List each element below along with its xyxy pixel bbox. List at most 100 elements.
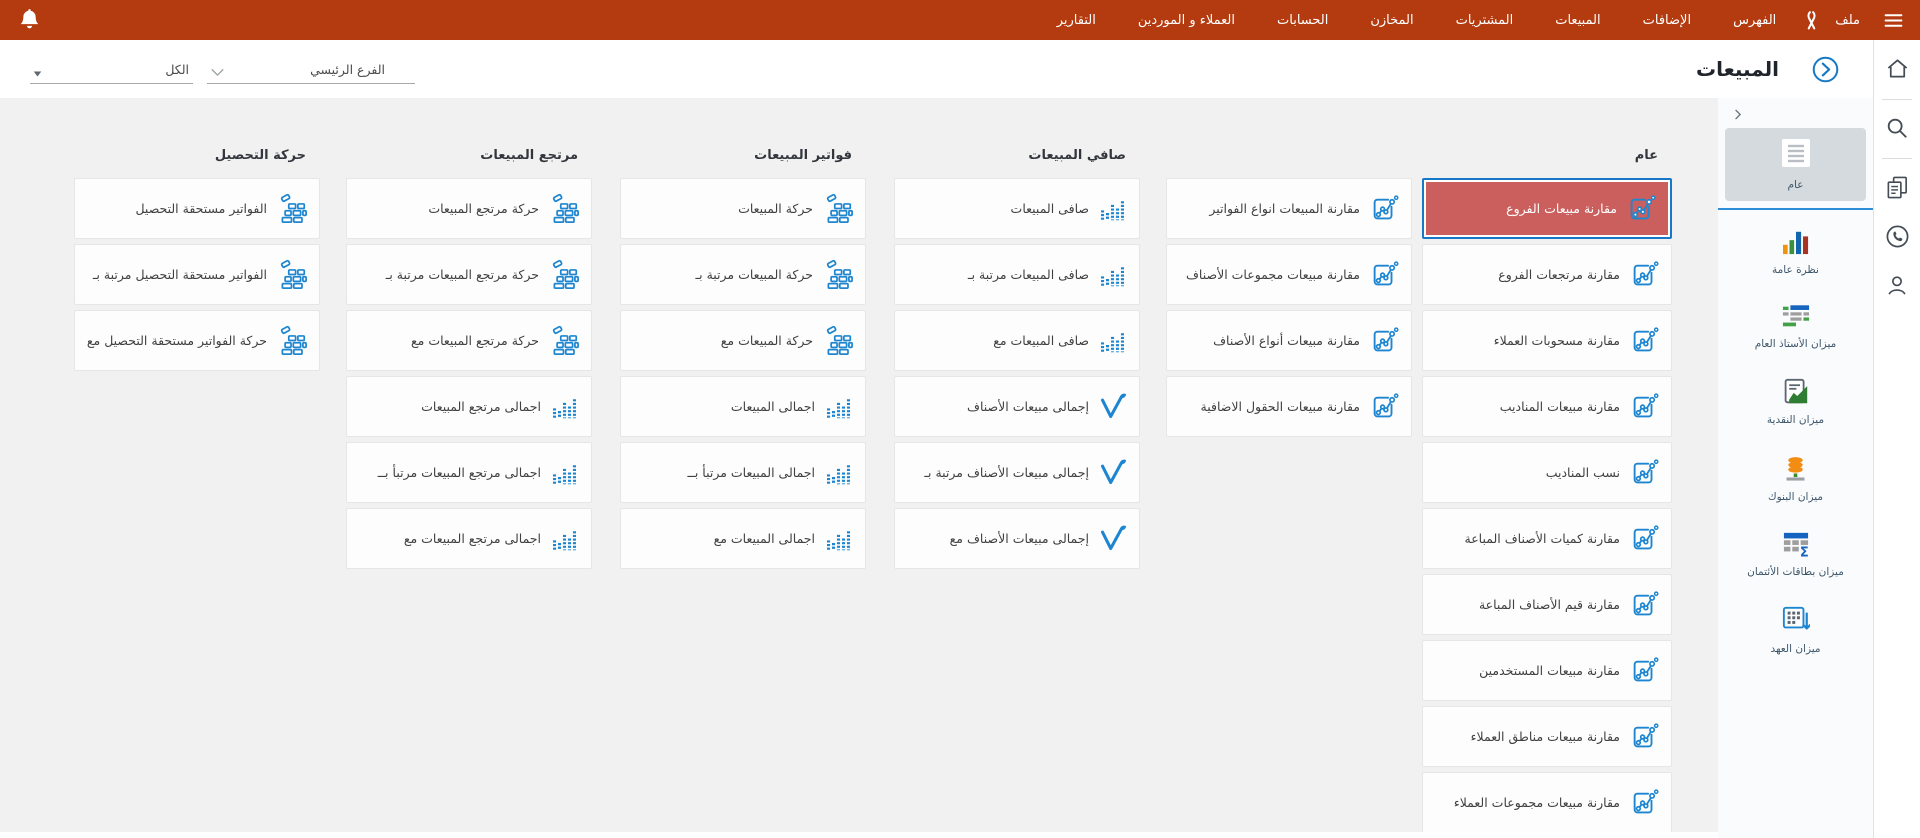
report-tile[interactable]: مقارنة مبيعات المناديب	[1422, 376, 1672, 437]
topbar-menu-item[interactable]: الحسابات	[1277, 13, 1328, 28]
report-tile[interactable]: حركة الفواتير مستحقة التحصيل مع	[74, 310, 320, 371]
nav-rail-item[interactable]: ميزان النقدية	[1718, 368, 1873, 435]
report-tile[interactable]: اجمالى المبيعات مرتبأ بــ	[620, 442, 866, 503]
nav-rail-item[interactable]: عام	[1725, 128, 1866, 201]
topbar-menu-item[interactable]: المبيعات	[1555, 13, 1600, 28]
report-tile[interactable]: نسب المناديب	[1422, 442, 1672, 503]
nav-rail-item[interactable]: ميزان العهد	[1718, 596, 1873, 664]
report-tile[interactable]: الفواتير مستحقة التحصيل	[74, 178, 320, 239]
chevron-right-icon	[1730, 107, 1745, 122]
report-tile[interactable]: صافى المبيعات مع	[894, 310, 1140, 371]
report-tile[interactable]: اجمالى مرتجع المبيعات	[346, 376, 592, 437]
bricks-icon	[276, 259, 307, 290]
topbar-menu-item[interactable]: العملاء و الموردين	[1138, 13, 1235, 28]
search-button[interactable]	[1885, 116, 1909, 144]
topbar-menu-item[interactable]: التقارير	[1057, 13, 1096, 28]
nav-rail-item-label: نظرة عامة	[1722, 264, 1869, 277]
report-tile-label: نسب المناديب	[1546, 465, 1620, 480]
report-tile[interactable]: اجمالى المبيعات مع	[620, 508, 866, 569]
topbar-menu-item[interactable]: الفهرس	[1733, 13, 1776, 28]
topbar-menu-item-file[interactable]: ملف	[1835, 13, 1860, 28]
topbar-menu-item[interactable]: الإضافات	[1643, 13, 1691, 28]
divider	[1882, 158, 1912, 159]
report-tile-label: مقارنة المبيعات انواع الفواتير	[1209, 201, 1360, 216]
chart-doc-icon	[1629, 524, 1659, 554]
chart-doc-icon	[1629, 590, 1659, 620]
ledger-icon	[1782, 304, 1810, 329]
equalizer-icon	[1098, 194, 1127, 223]
report-tile[interactable]: مقارنة مبيعات مجموعات العملاء	[1422, 772, 1672, 833]
divider	[1882, 99, 1912, 100]
topbar-menu-item[interactable]: المشتريات	[1456, 13, 1514, 28]
report-tile-label: حركة الفواتير مستحقة التحصيل مع	[87, 333, 267, 348]
report-column: صافي المبيعاتصافى المبيعاتصافى المبيعات …	[894, 148, 1140, 574]
report-tile-label: اجمالى المبيعات	[731, 399, 815, 414]
column-header: حركة التحصيل	[74, 148, 320, 168]
report-tile[interactable]: مقارنة كميات الأصناف المباعة	[1422, 508, 1672, 569]
report-tile[interactable]: حركة مرتجع المبيعات	[346, 178, 592, 239]
chart-doc-icon	[1629, 392, 1659, 422]
nav-rail-item-label: ميزان الأستاذ العام	[1722, 338, 1869, 351]
user-button[interactable]	[1885, 273, 1909, 301]
equalizer-icon	[824, 392, 853, 421]
report-tile[interactable]: مقارنة قيم الأصناف المباعة	[1422, 574, 1672, 635]
nav-rail-item-label: عام	[1729, 179, 1862, 192]
report-tile[interactable]: إجمالى مبيعات الأصناف مع	[894, 508, 1140, 569]
topbar-menu-item[interactable]: المخازن	[1370, 13, 1413, 28]
report-tile[interactable]: مقارنة مبيعات مناطق العملاء	[1422, 706, 1672, 767]
report-tile-label: اجمالى مرتجع المبيعات مع	[404, 531, 541, 546]
report-tile[interactable]: مقارنة مسحوبات العملاء	[1422, 310, 1672, 371]
report-tile-label: مقارنة مبيعات المناديب	[1500, 399, 1620, 414]
report-tile[interactable]: مقارنة مبيعات الفروع	[1422, 178, 1672, 239]
ribbon-icon[interactable]	[1802, 9, 1821, 32]
branch-dropdown[interactable]: الفرع الرئيسي	[207, 54, 415, 84]
report-tile-label: مقارنة مبيعات الحقول الاضافية	[1201, 399, 1361, 414]
topbar: ملف الفهرس الإضافات المبيعات المشتريات المخا…	[0, 0, 1920, 40]
bell-icon[interactable]	[18, 8, 41, 33]
leaf-check-icon	[1098, 392, 1127, 421]
report-tile-label: صافى المبيعات مع	[993, 333, 1089, 348]
report-tile[interactable]: صافى المبيعات مرتبة بـ	[894, 244, 1140, 305]
report-tile[interactable]: مقارنة مبيعات الحقول الاضافية	[1166, 376, 1412, 437]
rail-collapse-button[interactable]	[1718, 104, 1873, 128]
report-tile[interactable]: حركة مرتجع المبيعات مرتبة بـ	[346, 244, 592, 305]
report-tile-label: اجمالى المبيعات مرتبأ بــ	[688, 465, 816, 480]
chevron-down-icon	[209, 65, 226, 79]
column-header: فواتير المبيعات	[620, 148, 866, 168]
circle-arrow-button[interactable]	[1811, 55, 1840, 84]
report-tile[interactable]: الفواتير مستحقة التحصيل مرتبة بـ	[74, 244, 320, 305]
nav-rail-item[interactable]: Σميزان بطاقات الأئتمان	[1718, 521, 1873, 587]
report-tile[interactable]: إجمالى مبيعات الأصناف مرتبة بـ	[894, 442, 1140, 503]
report-tile[interactable]: حركة المبيعات مع	[620, 310, 866, 371]
report-tile[interactable]: حركة مرتجع المبيعات مع	[346, 310, 592, 371]
report-tile[interactable]: مقارنة مبيعات مجموعات الأصناف	[1166, 244, 1412, 305]
scope-dropdown[interactable]: الكل	[30, 54, 193, 84]
report-tile[interactable]: صافى المبيعات	[894, 178, 1140, 239]
report-tile[interactable]: حركة المبيعات	[620, 178, 866, 239]
chart-doc-icon	[1629, 458, 1659, 488]
equalizer-icon	[1098, 260, 1127, 289]
search-icon	[1885, 116, 1909, 140]
nav-rail-item[interactable]: نظرة عامة	[1718, 219, 1873, 285]
report-tile[interactable]: مقارنة مبيعات أنواع الأصناف	[1166, 310, 1412, 371]
hamburger-icon[interactable]	[1880, 9, 1906, 31]
report-tile[interactable]: إجمالى مبيعات الأصناف	[894, 376, 1140, 437]
report-tile[interactable]: مقارنة المبيعات انواع الفواتير	[1166, 178, 1412, 239]
home-button[interactable]	[1885, 56, 1910, 85]
report-tile[interactable]: حركة المبيعات مرتبة بـ	[620, 244, 866, 305]
equalizer-icon	[1098, 326, 1127, 355]
documents-button[interactable]	[1885, 175, 1910, 204]
report-tile-label: حركة المبيعات	[738, 201, 813, 216]
report-tile[interactable]: اجمالى المبيعات	[620, 376, 866, 437]
nav-rail-item[interactable]: ميزان الأستاذ العام	[1718, 294, 1873, 359]
leaf-check-icon	[1098, 524, 1127, 553]
report-column: عاممقارنة مبيعات الفروعمقارنة مرتجعات ال…	[1422, 148, 1672, 838]
report-tile[interactable]: اجمالى مرتجع المبيعات مرتبأ بــ	[346, 442, 592, 503]
report-tile[interactable]: اجمالى مرتجع المبيعات مع	[346, 508, 592, 569]
bricks-icon	[276, 193, 307, 224]
report-tile[interactable]: مقارنة مبيعات المستخدمين	[1422, 640, 1672, 701]
report-tile[interactable]: مقارنة مرتجعات الفروع	[1422, 244, 1672, 305]
nav-rail-item[interactable]: ميزان البنوك	[1718, 445, 1873, 512]
whatsapp-button[interactable]	[1885, 224, 1910, 253]
chart-doc-icon	[1626, 194, 1656, 224]
